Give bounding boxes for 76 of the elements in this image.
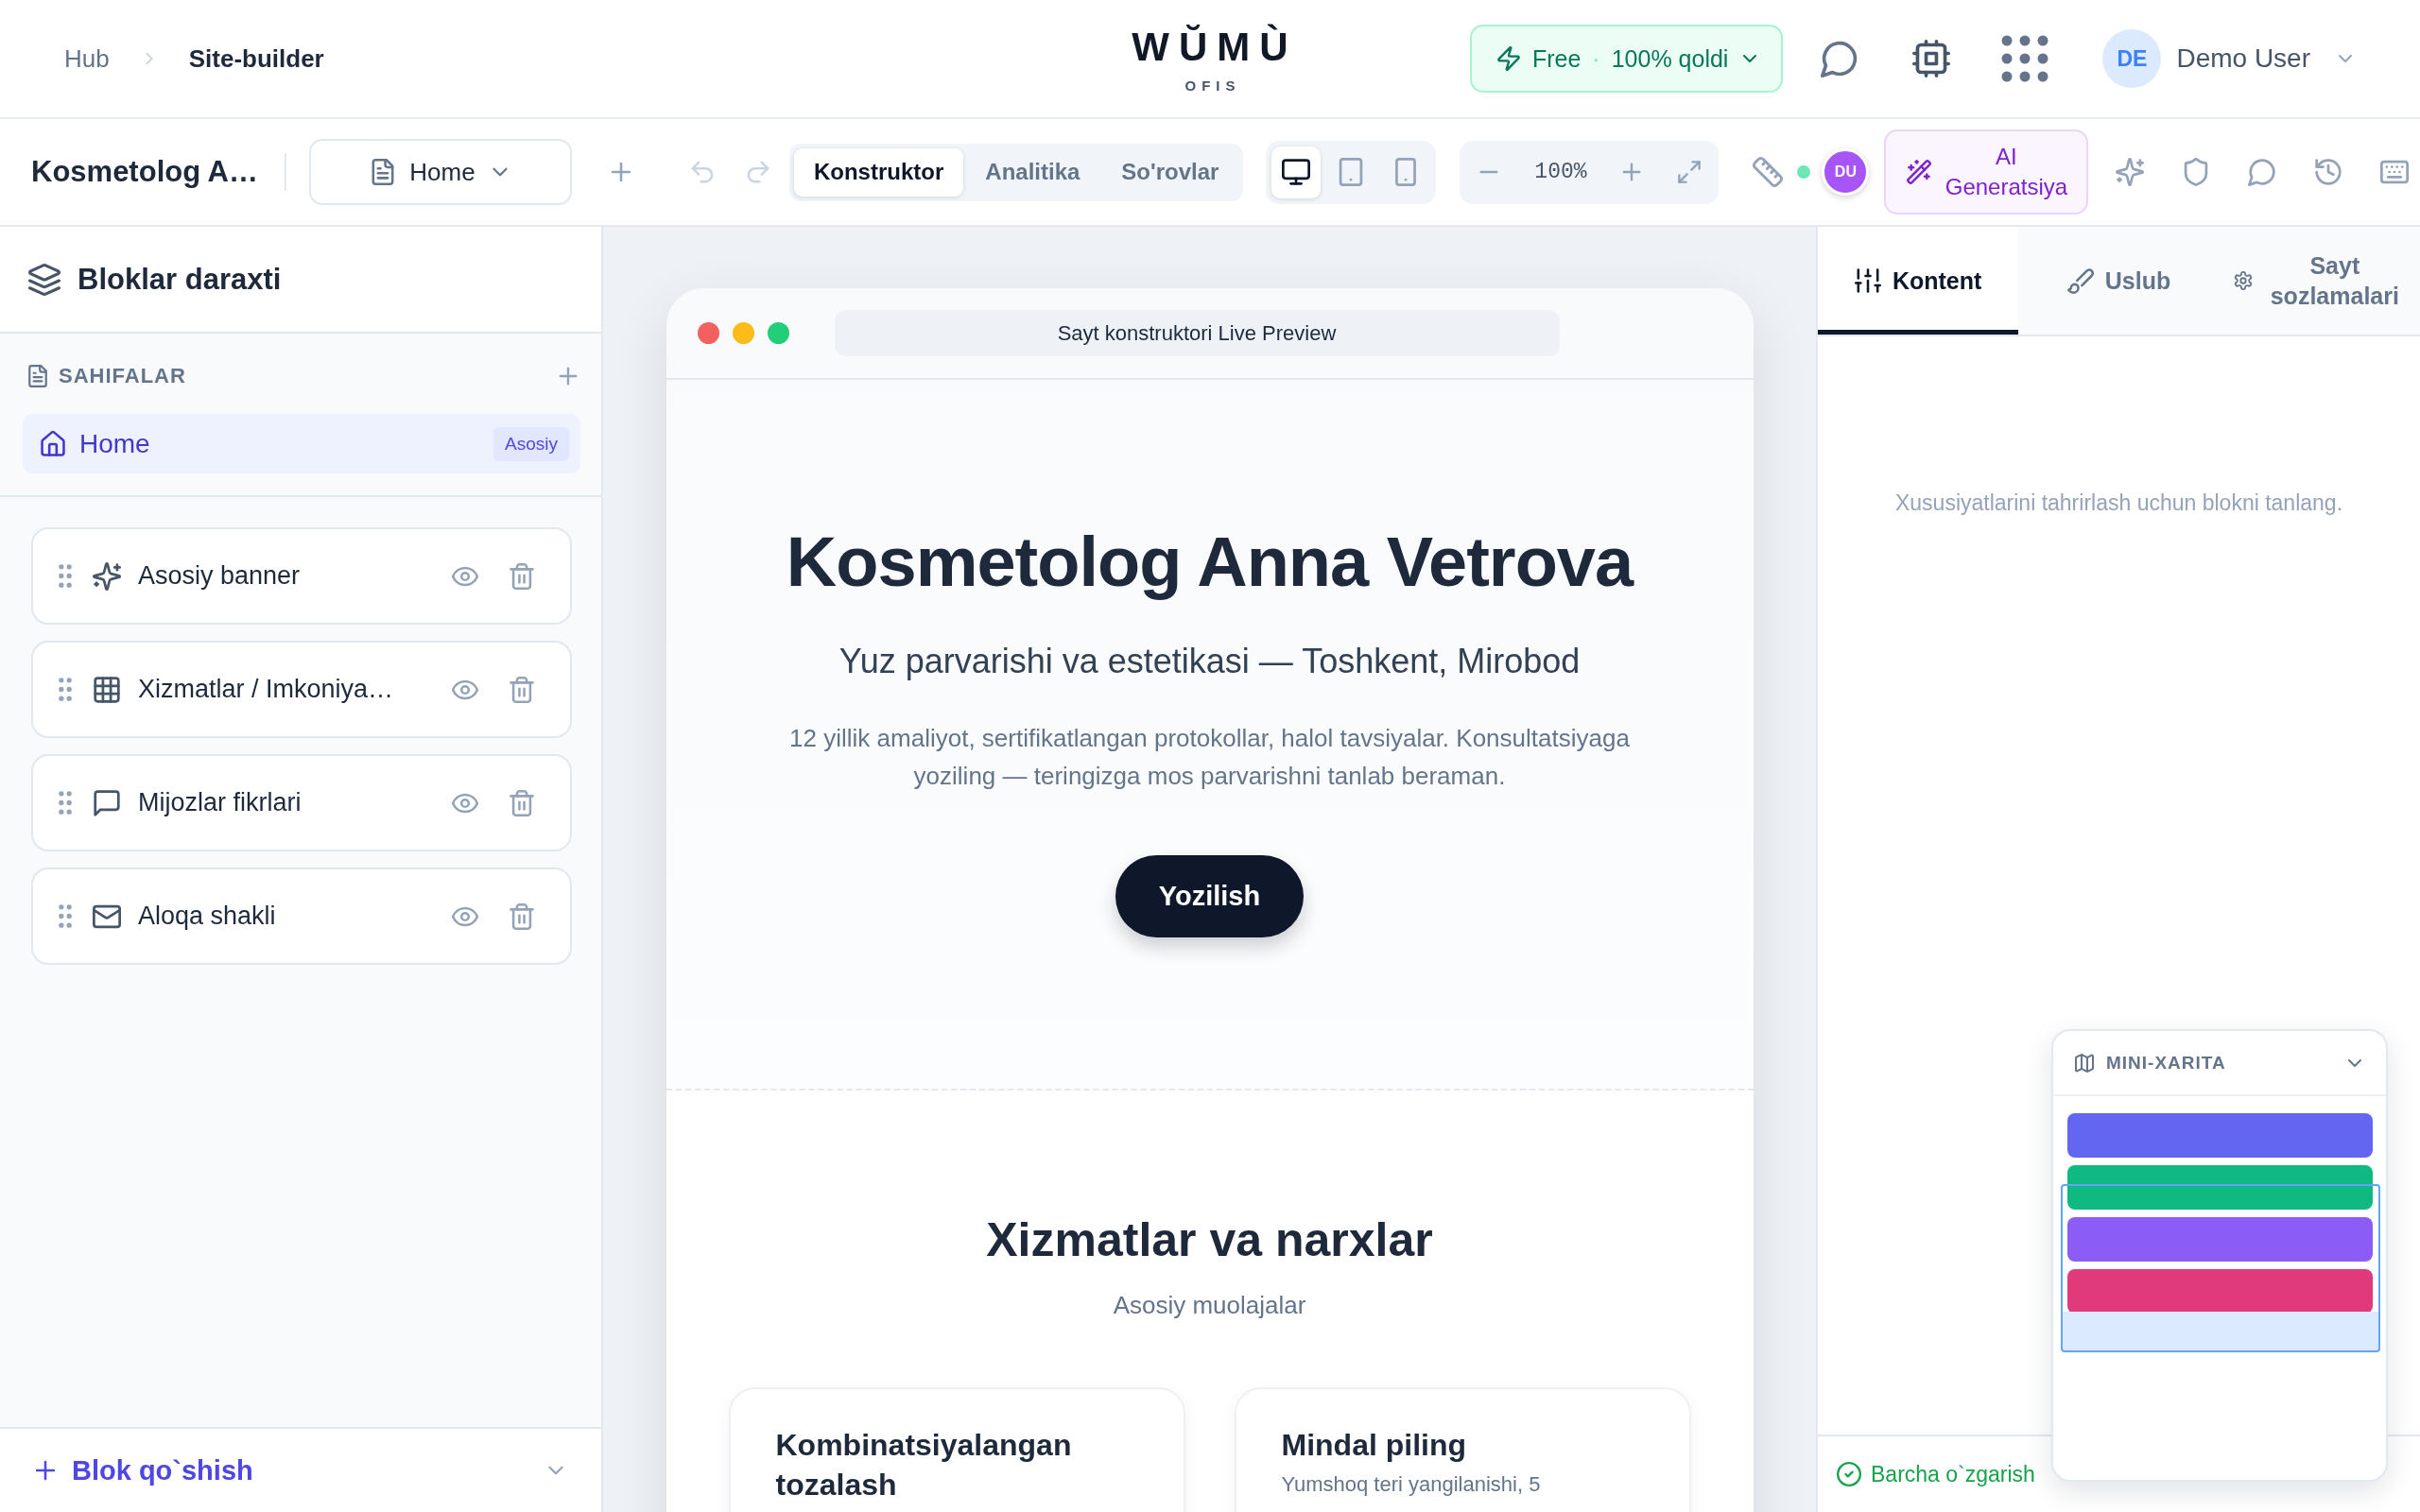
document-icon bbox=[26, 365, 49, 387]
minimap-title: MINI-XARITA bbox=[2106, 1052, 2227, 1074]
services-subtitle: Asosiy muolajalar bbox=[1112, 1290, 1307, 1321]
drag-handle-icon[interactable] bbox=[59, 904, 72, 928]
block-card[interactable]: Aloqa shakli bbox=[31, 868, 572, 965]
add-block-button[interactable]: Blok qo`shish bbox=[0, 1427, 601, 1512]
sparkles-icon[interactable] bbox=[2116, 158, 2145, 186]
block-card[interactable]: Asosiy banner bbox=[31, 527, 572, 625]
zoom-level: 100% bbox=[1534, 160, 1587, 184]
breadcrumb-link[interactable]: Hub bbox=[64, 43, 110, 74]
window-maximize-icon bbox=[767, 322, 789, 344]
minimap-viewport[interactable] bbox=[2061, 1184, 2380, 1352]
chat-icon bbox=[93, 788, 121, 817]
service-title: Kombinatsiyalangan tozalash bbox=[775, 1427, 1073, 1503]
mode-tab[interactable]: Konstruktor bbox=[793, 147, 964, 197]
block-card[interactable]: Mijozlar fikrlari bbox=[31, 754, 572, 851]
empty-state-message: Xususiyatlarini tahrirlash uchun blokni tanlang. bbox=[1893, 490, 2344, 517]
sidebar-title: Bloklar daraxti bbox=[78, 262, 282, 297]
history-icon[interactable] bbox=[2314, 158, 2343, 186]
ai-generate-button[interactable]: AI Generatsiya bbox=[1884, 129, 2089, 215]
drag-handle-icon[interactable] bbox=[59, 678, 72, 701]
sparkles-icon bbox=[93, 561, 121, 591]
magic-wand-icon bbox=[1907, 160, 1932, 184]
grid-icon bbox=[93, 675, 121, 704]
drag-handle-icon[interactable] bbox=[59, 791, 72, 815]
trash-icon[interactable] bbox=[509, 789, 535, 816]
chip-icon[interactable] bbox=[1912, 40, 1951, 77]
page-item[interactable]: Home Asosiy bbox=[23, 414, 580, 473]
inspector-tab[interactable]: Uslub bbox=[2018, 227, 2220, 335]
save-status: Barcha o`zgarish bbox=[1871, 1461, 2035, 1487]
check-circle-icon bbox=[1837, 1462, 1861, 1486]
sliders-icon bbox=[1854, 267, 1881, 294]
keyboard-icon[interactable] bbox=[2380, 158, 2410, 186]
section-label: SAHIFALAR bbox=[59, 364, 187, 388]
drag-handle-icon[interactable] bbox=[59, 564, 72, 588]
block-name: Asosiy banner bbox=[138, 561, 302, 591]
ruler-icon[interactable] bbox=[1753, 157, 1784, 187]
logo-tagline: OFIS bbox=[1184, 77, 1241, 94]
breadcrumb-link[interactable]: Site-builder bbox=[188, 43, 324, 74]
fullscreen-icon[interactable] bbox=[1677, 160, 1703, 184]
settings-icon bbox=[2233, 271, 2253, 290]
block-name: Mijozlar fikrlari bbox=[138, 788, 302, 817]
chat-icon[interactable] bbox=[1821, 40, 1859, 77]
page-badge: Asosiy bbox=[493, 426, 569, 461]
trash-icon[interactable] bbox=[509, 562, 535, 590]
service-title: Mindal piling bbox=[1281, 1427, 1468, 1464]
block-card[interactable]: Xizmatlar / Imkoniya… bbox=[31, 641, 572, 738]
brush-icon bbox=[2066, 267, 2094, 294]
desktop-view-button[interactable] bbox=[1271, 146, 1322, 198]
layers-icon bbox=[28, 263, 60, 296]
home-icon bbox=[40, 430, 66, 457]
hero-title: Kosmetolog Anna Vetrova bbox=[785, 522, 1635, 603]
plan-button[interactable]: Free · 100% qoldi bbox=[1469, 25, 1784, 93]
inspector-tab[interactable]: Sayt sozlamalari bbox=[2219, 227, 2420, 335]
trash-icon[interactable] bbox=[509, 676, 535, 703]
mode-tab[interactable]: Analitika bbox=[965, 147, 1100, 197]
mode-tab[interactable]: So'rovlar bbox=[1101, 147, 1239, 197]
trash-icon[interactable] bbox=[509, 902, 535, 930]
project-title: Kosmetolog A… bbox=[31, 155, 258, 189]
hero-subtitle: Yuz parvarishi va estetikasi — Toshkent, Mirobod bbox=[838, 641, 1582, 682]
block-name: Xizmatlar / Imkoniya… bbox=[138, 675, 395, 704]
signup-button[interactable]: Yozilish bbox=[1115, 855, 1305, 937]
hero-description: 12 yillik amaliyot, sertifikatlangan protokollar, halol tavsiyalar. Konsultatsiyaga yoziling — teringizga mos parvarishni tanlab beraman. bbox=[788, 723, 1631, 792]
apps-grid-icon[interactable] bbox=[2001, 35, 2049, 82]
service-description: Yumshoq teri yangilanishi, 5 bbox=[1281, 1472, 1542, 1497]
lightning-icon bbox=[1495, 46, 1521, 71]
user-name[interactable]: Demo User bbox=[2176, 43, 2310, 74]
services-title: Xizmatlar va narxlar bbox=[985, 1212, 1434, 1268]
window-close-icon bbox=[697, 322, 719, 344]
block-name: Aloqa shakli bbox=[138, 902, 277, 931]
comment-icon[interactable] bbox=[2248, 158, 2277, 186]
page-select[interactable]: Home bbox=[308, 139, 572, 205]
monitor-icon bbox=[1282, 158, 1311, 186]
map-icon bbox=[2074, 1052, 2095, 1074]
window-minimize-icon bbox=[732, 322, 754, 344]
preview-address-bar: Sayt konstruktori Live Preview bbox=[834, 310, 1560, 356]
